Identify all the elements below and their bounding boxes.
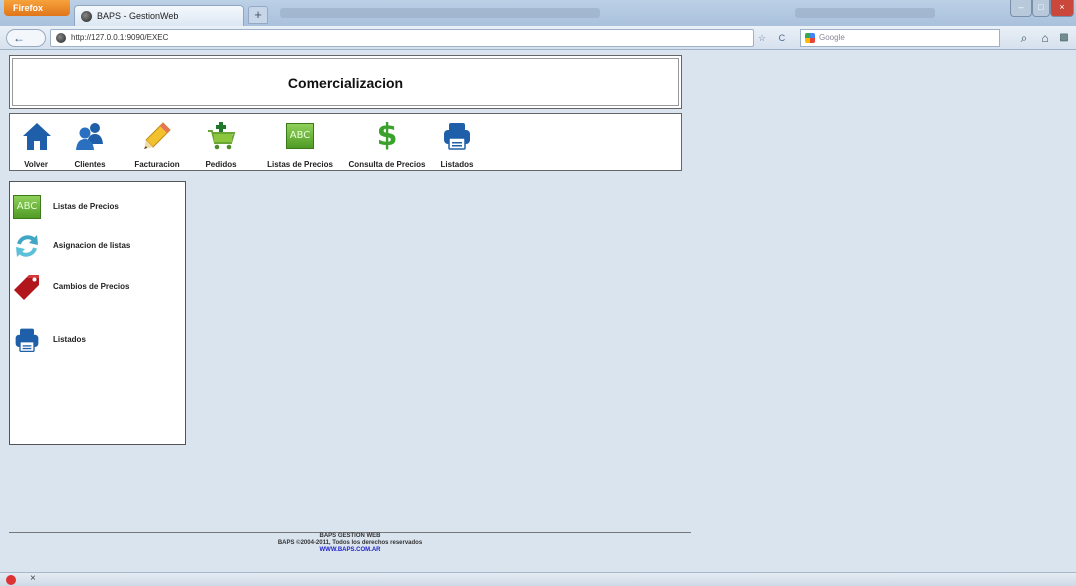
browser-statusbar: × <box>0 572 1076 586</box>
dollar-icon-text: $ <box>376 118 398 153</box>
abc-icon-text: ABC <box>286 123 314 149</box>
browser-navbar: ← http://127.0.0.1:9090/EXEC ☆ C Google … <box>0 26 1076 50</box>
footer-title: BAPS GESTION WEB <box>319 533 381 539</box>
toolbar-label: Volver <box>24 160 48 169</box>
side-menu: ABC Listas de Precios Asignacion de list… <box>9 181 186 445</box>
toolbar-consulta-precios-button[interactable]: $ Consulta de Precios <box>346 120 428 170</box>
toolbar-label: Clientes <box>74 160 106 169</box>
dollar-icon: $ <box>371 120 403 152</box>
toolbar-listados-button[interactable]: Listados <box>440 120 474 169</box>
addon-bar-icon[interactable] <box>6 575 16 585</box>
side-menu-item-asignacion-listas[interactable]: Asignacion de listas <box>10 232 185 262</box>
side-menu-item-listas-precios[interactable]: ABC Listas de Precios <box>10 193 185 223</box>
toolbar-facturacion-button[interactable]: Facturacion <box>132 120 182 169</box>
footer-copyright: BAPS ©2004-2011, Todos los derechos rese… <box>277 540 423 546</box>
search-placeholder: Google <box>819 33 845 42</box>
users-icon <box>74 120 106 152</box>
search-go-icon[interactable]: ⌕ <box>1016 30 1032 46</box>
toolbar-volver-button[interactable]: Volver <box>21 120 51 169</box>
footer-website-link[interactable]: WWW.BAPS.COM.AR <box>9 547 691 554</box>
side-menu-label: Asignacion de listas <box>53 241 131 250</box>
refresh-icon <box>13 232 41 260</box>
blurred-taskbar-area <box>795 8 935 18</box>
page-footer: BAPS GESTION WEB BAPS ©2004-2011, Todos … <box>9 533 691 554</box>
favicon-icon <box>81 11 92 22</box>
page-title: Comercializacion <box>287 75 404 91</box>
side-menu-label: Cambios de Precios <box>53 282 130 291</box>
toolbar-label: Listas de Precios <box>267 160 333 169</box>
url-text: http://127.0.0.1:9090/EXEC <box>71 33 169 42</box>
tab-title: BAPS - GestionWeb <box>97 11 179 21</box>
toolbar-label: Consulta de Precios <box>348 160 426 169</box>
bookmark-star-icon[interactable]: ☆ <box>758 33 766 43</box>
site-identity-icon <box>56 33 66 43</box>
addon-icon[interactable]: ▩ <box>1056 30 1072 46</box>
side-menu-item-listados[interactable]: Listados <box>10 326 185 356</box>
side-menu-item-cambios-precios[interactable]: Cambios de Precios <box>10 273 185 303</box>
firefox-menu-button[interactable]: Firefox <box>4 0 70 16</box>
minimize-button[interactable]: – <box>1010 0 1032 17</box>
toolbar-label: Pedidos <box>205 160 237 169</box>
search-box[interactable]: Google <box>800 29 1000 47</box>
abc-icon-text: ABC <box>13 195 41 219</box>
printer-icon <box>441 120 473 152</box>
url-tools: ☆ C <box>758 33 785 44</box>
blurred-taskbar-area <box>280 8 600 18</box>
side-menu-label: Listas de Precios <box>53 202 119 211</box>
maximize-button[interactable]: □ <box>1032 0 1050 17</box>
page-header: Comercializacion <box>9 55 682 109</box>
main-toolbar: Volver Clientes Facturacion Pedidos ABC … <box>9 113 682 171</box>
browser-tab-active[interactable]: BAPS - GestionWeb <box>74 5 244 26</box>
new-tab-button[interactable]: + <box>248 6 268 24</box>
browser-titlebar: Firefox BAPS - GestionWeb + – □ × <box>0 0 1076 26</box>
abc-icon: ABC <box>13 195 41 219</box>
pencil-icon <box>141 120 173 152</box>
toolbar-label: Facturacion <box>134 160 180 169</box>
price-tag-icon <box>13 273 41 301</box>
cart-icon <box>205 120 237 152</box>
back-forward-button[interactable]: ← <box>6 29 46 47</box>
google-icon <box>805 33 815 43</box>
reload-icon[interactable]: C <box>779 33 786 43</box>
close-window-button[interactable]: × <box>1050 0 1074 17</box>
toolbar-listas-precios-button[interactable]: ABC Listas de Precios <box>265 120 335 169</box>
close-addon-bar-icon[interactable]: × <box>30 573 36 584</box>
home-icon <box>21 120 53 152</box>
toolbar-label: Listados <box>440 160 474 169</box>
toolbar-clientes-button[interactable]: Clientes <box>72 120 108 169</box>
side-menu-label: Listados <box>53 335 86 344</box>
toolbar-pedidos-button[interactable]: Pedidos <box>204 120 238 169</box>
printer-icon <box>13 326 41 354</box>
abc-icon: ABC <box>286 123 314 149</box>
url-bar[interactable]: http://127.0.0.1:9090/EXEC <box>50 29 754 47</box>
home-button-icon[interactable]: ⌂ <box>1037 30 1053 46</box>
